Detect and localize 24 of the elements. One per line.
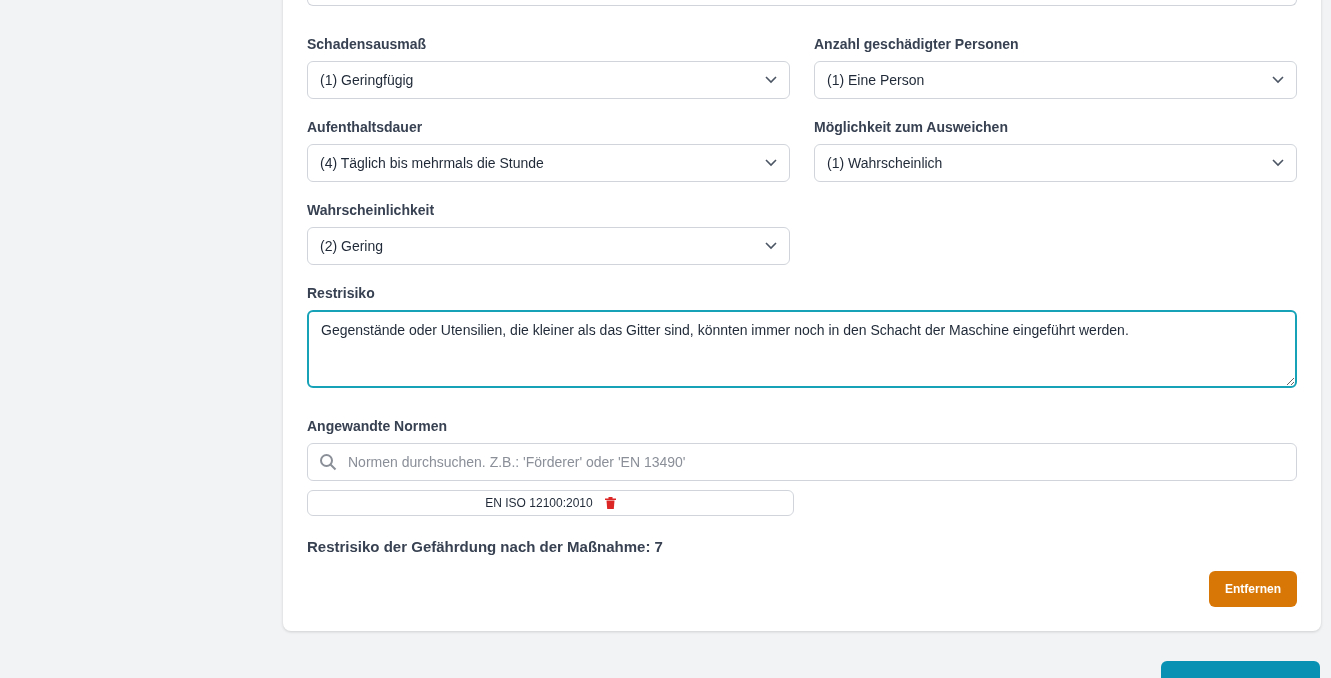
select-field[interactable]: (1) Geringfügig [307,61,790,99]
field-label: Wahrscheinlichkeit [307,201,435,220]
chevron-down-icon [765,242,777,250]
field-label: Schadensausmaß [307,35,427,54]
select-field[interactable]: (1) Wahrscheinlich [814,144,1297,182]
select-field[interactable]: (4) Täglich bis mehrmals die Stunde [307,144,790,182]
search-field[interactable]: Normen durchsuchen. Z.B.: 'Förderer' oder 'EN 13490' [307,443,1297,481]
field-label: Anzahl geschädigter Personen [814,35,1019,54]
standard-name: EN ISO 12100:2010 [485,495,593,512]
chevron-down-icon [765,76,777,84]
search-icon [319,453,337,471]
field-label: Möglichkeit zum Ausweichen [814,118,1008,137]
chevron-down-icon [1272,159,1284,167]
risk-result: Restrisiko der Gefährdung nach der Maßnahme: 7 [307,537,664,557]
text-area[interactable]: Gegenstände oder Utensilien, die kleiner als das Gitter sind, könnten immer noch in den Schacht der Maschine eingeführt werden. [307,310,1297,388]
chevron-down-icon [765,159,777,167]
chevron-down-icon [1272,76,1284,84]
action-button[interactable] [1161,660,1320,678]
field-label: Aufenthaltsdauer [307,118,423,137]
field-label: Restrisiko [307,284,375,303]
trash-icon[interactable] [604,497,616,509]
field-label: Angewandte Normen [307,417,447,436]
select-field[interactable]: (1) Eine Person [814,61,1297,99]
select-field[interactable]: (2) Gering [307,227,790,265]
